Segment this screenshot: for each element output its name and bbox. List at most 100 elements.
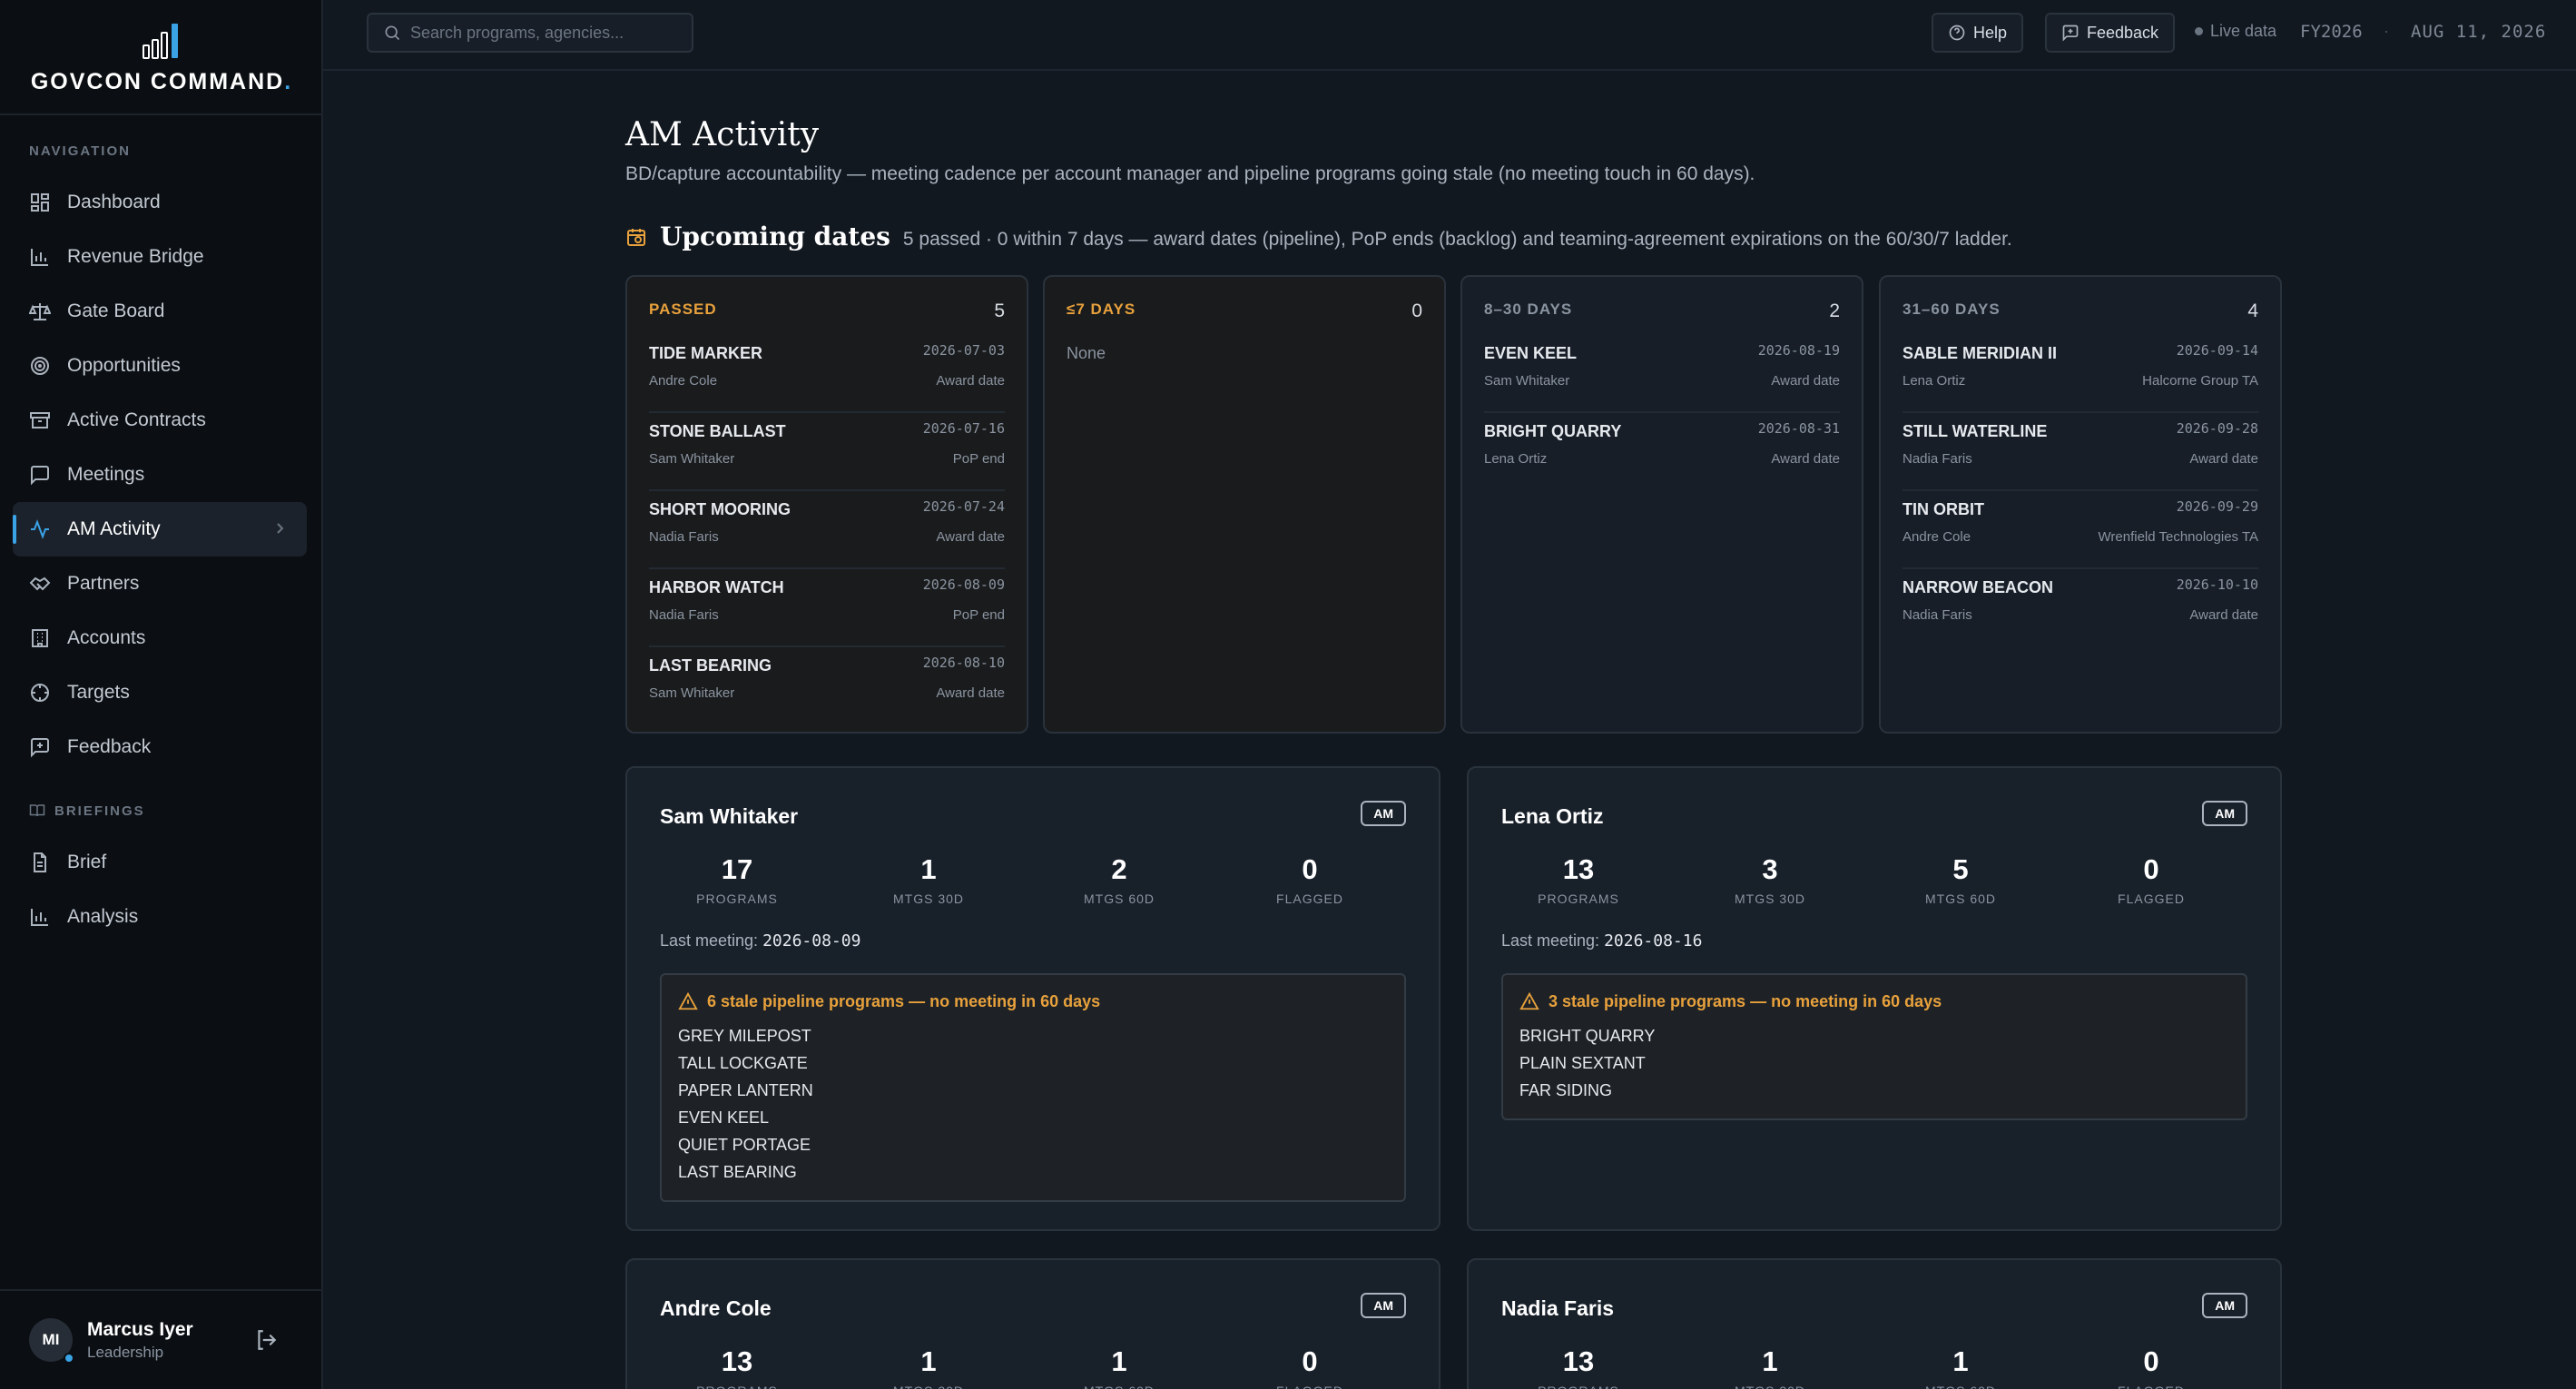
online-status-dot <box>64 1353 74 1364</box>
stat-mtgs-60d: 1 MTGS 60D <box>1084 1345 1154 1389</box>
event-date: 2026-08-31 <box>1757 420 1840 437</box>
event-type: Award date <box>1771 451 1840 467</box>
date-row[interactable]: TIN ORBIT 2026-09-29 Andre Cole Wrenfiel… <box>1903 491 2258 569</box>
program-name: SHORT MOORING <box>649 500 791 518</box>
stat-mtgs-30d: 1 MTGS 30D <box>893 1345 963 1389</box>
program-name: NARROW BEACON <box>1903 578 2053 596</box>
user-name: Marcus Iyer <box>87 1318 193 1340</box>
event-date: 2026-08-09 <box>922 576 1005 593</box>
stat-mtgs-60d: 5 MTGS 60D <box>1924 853 1996 906</box>
stale-program[interactable]: GREY MILEPOST <box>678 1022 1388 1049</box>
date-row[interactable]: HARBOR WATCH 2026-08-09 Nadia Faris PoP … <box>649 569 1005 647</box>
sidebar-item-revenue-bridge[interactable]: Revenue Bridge <box>13 230 307 284</box>
sidebar-item-am-activity[interactable]: AM Activity <box>13 502 307 557</box>
sidebar-item-label: Meetings <box>67 464 145 485</box>
top-bar: Help Feedback Live data FY2026 · AUG 11,… <box>323 0 2576 71</box>
stat-flagged: 0 FLAGGED <box>2118 853 2185 906</box>
account-manager: Nadia Faris <box>1903 607 1972 623</box>
live-data-indicator: Live data <box>2195 22 2276 41</box>
date-column-7-days: ≤7 DAYS 0 None <box>1043 275 1446 734</box>
date-row[interactable]: NARROW BEACON 2026-10-10 Nadia Faris Awa… <box>1903 569 2258 647</box>
role-badge: AM <box>2202 801 2247 826</box>
column-count: 0 <box>1411 300 1422 321</box>
stat-flagged: 0 FLAGGED <box>2118 1345 2184 1389</box>
document-icon <box>34 852 46 872</box>
sidebar-item-feedback[interactable]: Feedback <box>13 720 307 774</box>
sidebar-item-targets[interactable]: Targets <box>13 665 307 720</box>
bar-chart-icon <box>31 909 48 926</box>
sidebar-item-accounts[interactable]: Accounts <box>13 611 307 665</box>
column-label: 31–60 DAYS <box>1903 300 2001 318</box>
sidebar: GOVCON COMMAND. NAVIGATION Dashboard Rev… <box>0 0 323 1389</box>
stat-mtgs-60d: 2 MTGS 60D <box>1083 853 1155 906</box>
sidebar-item-label: Analysis <box>67 906 139 927</box>
date-column-8-30-days: 8–30 DAYS 2 EVEN KEEL 2026-08-19 Sam Whi… <box>1460 275 1863 734</box>
sidebar-item-label: Accounts <box>67 627 146 648</box>
date-row[interactable]: EVEN KEEL 2026-08-19 Sam Whitaker Award … <box>1484 335 1840 413</box>
stale-title: 6 stale pipeline programs — no meeting i… <box>707 991 1101 1010</box>
stale-program[interactable]: EVEN KEEL <box>678 1104 1388 1131</box>
nav-section-label: NAVIGATION <box>29 143 131 159</box>
dashboard-icon <box>31 193 49 212</box>
separator: · <box>2384 22 2389 40</box>
program-name: BRIGHT QUARRY <box>1484 422 1622 440</box>
stale-program[interactable]: BRIGHT QUARRY <box>1519 1022 2229 1049</box>
handshake-icon <box>29 576 51 591</box>
column-count: 2 <box>1829 300 1840 321</box>
date-row[interactable]: BRIGHT QUARRY 2026-08-31 Lena Ortiz Awar… <box>1484 413 1840 491</box>
sidebar-item-analysis[interactable]: Analysis <box>13 890 307 944</box>
feedback-button[interactable]: Feedback <box>2045 13 2176 53</box>
sidebar-item-opportunities[interactable]: Opportunities <box>13 339 307 393</box>
sidebar-item-label: Opportunities <box>67 355 181 376</box>
bar-chart-icon <box>31 249 48 266</box>
stat-flagged: 0 FLAGGED <box>1276 853 1343 906</box>
date-row[interactable]: SHORT MOORING 2026-07-24 Nadia Faris Awa… <box>649 491 1005 569</box>
column-label: ≤7 DAYS <box>1067 300 1136 318</box>
sidebar-item-label: Dashboard <box>67 192 161 212</box>
date-row[interactable]: TIDE MARKER 2026-07-03 Andre Cole Award … <box>649 335 1005 413</box>
chevron-right-icon <box>277 523 284 534</box>
stat-mtgs-60d: 1 MTGS 60D <box>1925 1345 1995 1389</box>
date-row[interactable]: STONE BALLAST 2026-07-16 Sam Whitaker Po… <box>649 413 1005 491</box>
stat-mtgs-30d: 1 MTGS 30D <box>1735 1345 1804 1389</box>
date-row[interactable]: STILL WATERLINE 2026-09-28 Nadia Faris A… <box>1903 413 2258 491</box>
page-title: AM Activity <box>625 116 820 153</box>
stale-programs-alert: 3 stale pipeline programs — no meeting i… <box>1501 973 2247 1120</box>
role-badge: AM <box>2202 1293 2247 1318</box>
stat-programs: 13 PROGRAMS <box>1538 1345 1618 1389</box>
search-input[interactable] <box>410 23 673 43</box>
sidebar-item-brief[interactable]: Brief <box>13 835 307 890</box>
brand-logo[interactable]: GOVCON COMMAND. <box>0 22 323 95</box>
avatar[interactable]: MI <box>29 1318 74 1364</box>
stale-program[interactable]: PAPER LANTERN <box>678 1077 1388 1104</box>
sidebar-item-label: Partners <box>67 573 140 594</box>
stale-program[interactable]: TALL LOCKGATE <box>678 1049 1388 1077</box>
event-type: Wrenfield Technologies TA <box>2098 529 2259 545</box>
sidebar-item-dashboard[interactable]: Dashboard <box>13 175 307 230</box>
date-column-31-60-days: 31–60 DAYS 4 SABLE MERIDIAN II 2026-09-1… <box>1879 275 2282 734</box>
search-box[interactable] <box>367 13 693 53</box>
logout-icon[interactable] <box>254 1328 278 1352</box>
sidebar-item-meetings[interactable]: Meetings <box>13 448 307 502</box>
role-badge: AM <box>1361 801 1406 826</box>
empty-state: None <box>1067 344 1106 362</box>
date-row[interactable]: LAST BEARING 2026-08-10 Sam Whitaker Awa… <box>649 647 1005 725</box>
stale-program[interactable]: PLAIN SEXTANT <box>1519 1049 2229 1077</box>
crosshair-icon <box>31 684 49 702</box>
upcoming-dates-summary: 5 passed · 0 within 7 days — award dates… <box>902 229 2012 250</box>
event-type: PoP end <box>952 451 1005 467</box>
stale-program[interactable]: QUIET PORTAGE <box>678 1131 1388 1158</box>
sidebar-item-partners[interactable]: Partners <box>13 557 307 611</box>
sidebar-item-label: Feedback <box>67 736 152 757</box>
sidebar-item-active-contracts[interactable]: Active Contracts <box>13 393 307 448</box>
stale-program[interactable]: FAR SIDING <box>1519 1077 2229 1104</box>
sidebar-item-gate-board[interactable]: Gate Board <box>13 284 307 339</box>
help-button[interactable]: Help <box>1932 13 2024 53</box>
stale-program[interactable]: LAST BEARING <box>678 1158 1388 1186</box>
event-date: 2026-07-16 <box>922 420 1005 437</box>
event-type: Halcorne Group TA <box>2142 373 2258 389</box>
date-row[interactable]: SABLE MERIDIAN II 2026-09-14 Lena Ortiz … <box>1903 335 2258 413</box>
event-date: 2026-07-03 <box>922 342 1005 359</box>
stat-mtgs-30d: 3 MTGS 30D <box>1734 853 1805 906</box>
account-manager: Sam Whitaker <box>649 685 735 701</box>
